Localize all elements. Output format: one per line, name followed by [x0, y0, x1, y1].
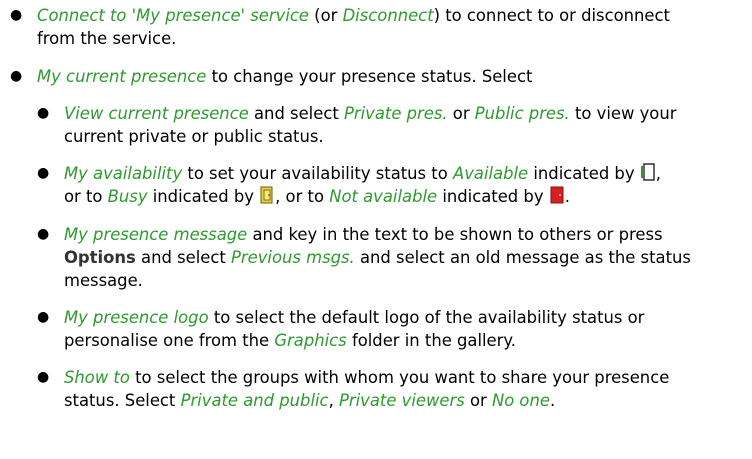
menu-option: Public pres.	[474, 104, 570, 123]
not-available-icon	[550, 186, 564, 204]
bullet: ●	[37, 105, 50, 121]
menu-option: My presence message	[64, 225, 248, 244]
menu-option: My current presence	[37, 67, 207, 86]
menu-option: Previous msgs.	[230, 248, 355, 267]
bullet: ●	[10, 7, 23, 23]
available-icon	[640, 163, 655, 181]
menu-option: My presence logo	[64, 308, 209, 327]
menu-option: My availability	[64, 164, 183, 183]
menu-option: Private viewers	[339, 391, 465, 410]
menu-option: Connect to 'My presence' service	[37, 6, 309, 25]
menu-option: Private pres.	[343, 104, 448, 123]
menu-option: Available	[452, 164, 529, 183]
menu-option: View current presence	[64, 104, 249, 123]
menu-option: No one	[491, 391, 550, 410]
busy-icon	[260, 186, 274, 204]
menu-option: Busy	[107, 187, 148, 206]
item-text: View current presence and select Private…	[64, 104, 677, 146]
menu-option: Show to	[64, 368, 130, 387]
bullet: ●	[37, 226, 50, 242]
item-text: My availability to set your availability…	[64, 163, 661, 206]
item-text: My current presence to change your prese…	[37, 67, 533, 86]
item-text: My presence logo to select the default l…	[64, 308, 645, 350]
bullet: ●	[37, 369, 50, 385]
menu-option: Not available	[329, 187, 438, 206]
item-text: Show to to select the groups with whom y…	[64, 368, 670, 410]
softkey-label: Options	[64, 248, 136, 267]
item-text: Connect to 'My presence' service (or Dis…	[37, 6, 670, 48]
bullet: ●	[10, 68, 23, 84]
menu-option: Private and public	[180, 391, 329, 410]
menu-option: Graphics	[274, 331, 347, 350]
menu-option: Disconnect	[342, 6, 434, 25]
bullet: ●	[37, 165, 50, 181]
manual-page: ● Connect to 'My presence' service (or D…	[0, 0, 752, 459]
bullet: ●	[37, 309, 50, 325]
item-text: My presence message and key in the text …	[64, 225, 691, 290]
